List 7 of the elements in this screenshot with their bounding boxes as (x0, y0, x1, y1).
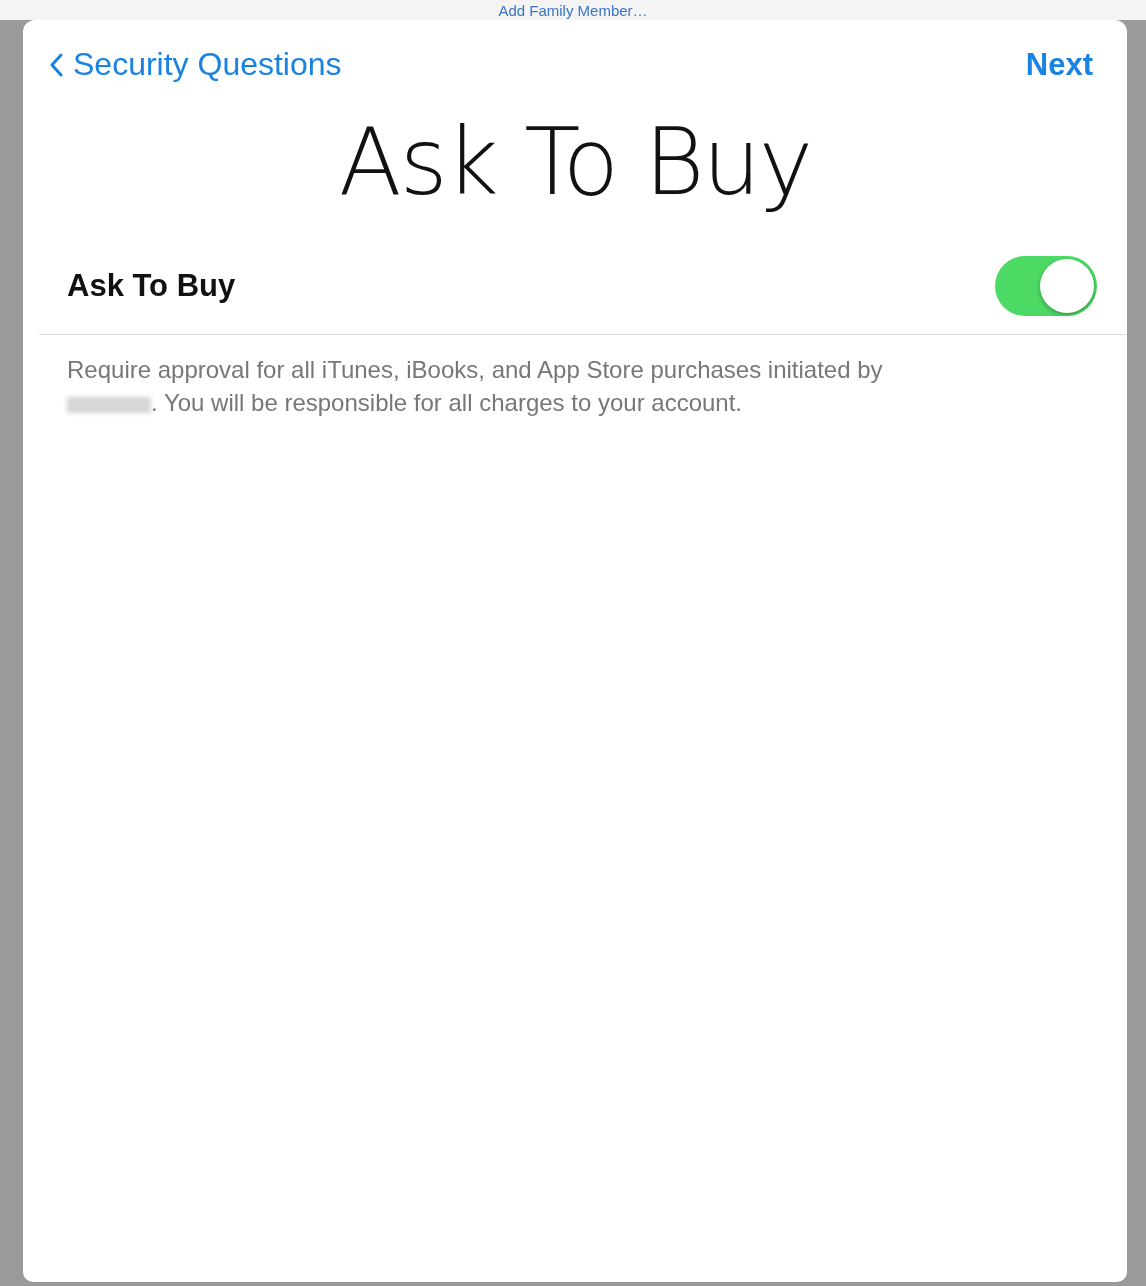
page-title: Ask To Buy (337, 109, 813, 216)
next-button[interactable]: Next (1025, 42, 1093, 87)
back-button[interactable]: Security Questions (49, 42, 342, 87)
setting-label: Ask To Buy (67, 268, 236, 304)
ask-to-buy-toggle[interactable] (995, 256, 1097, 316)
back-chevron-icon (49, 52, 63, 77)
add-family-member-link[interactable]: Add Family Member… (498, 2, 648, 20)
